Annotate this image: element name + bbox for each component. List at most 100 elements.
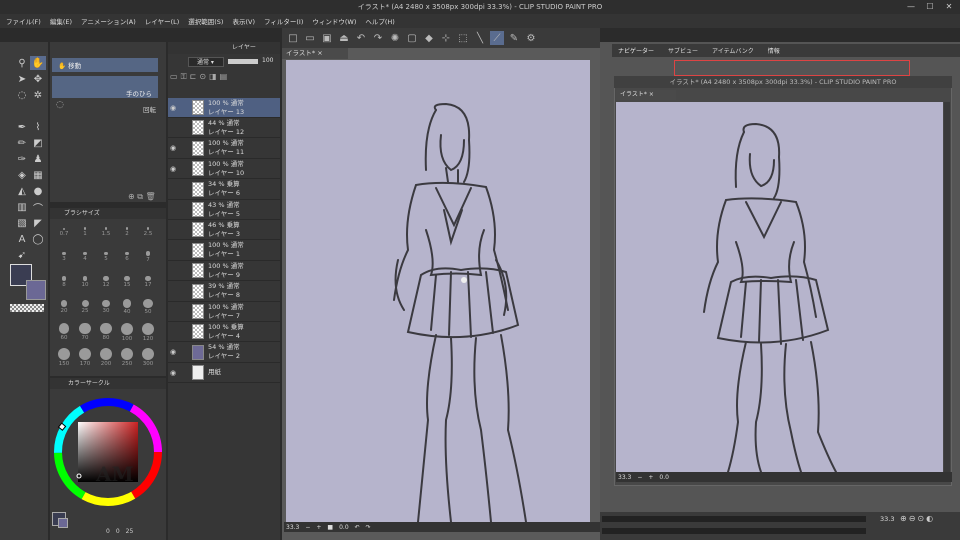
sub-color-swatch[interactable] — [26, 280, 46, 300]
rotate-left-icon[interactable]: ↶ — [355, 524, 360, 531]
layer-tab[interactable]: レイヤー — [168, 42, 280, 54]
secondary-scrollbar[interactable] — [944, 102, 950, 472]
brush-size-preset[interactable]: 0.7 — [54, 222, 74, 242]
menu-animation[interactable]: アニメーション(A) — [81, 16, 136, 26]
layer-row[interactable]: 100 % 通常 レイヤー 1 — [168, 241, 280, 261]
settings-icon[interactable]: ⚙ — [524, 31, 538, 45]
brush-size-preset[interactable]: 20 — [54, 297, 74, 317]
hand-tool-icon[interactable]: ✋ — [30, 56, 46, 70]
color-wheel[interactable] — [52, 392, 164, 512]
brush-size-preset[interactable]: 17 — [138, 272, 158, 292]
brush-size-preset[interactable]: 10 — [75, 272, 95, 292]
brush-size-preset[interactable]: 30 — [96, 297, 116, 317]
layer-row[interactable]: 39 % 通常 レイヤー 8 — [168, 282, 280, 302]
airbrush-tool-icon[interactable]: ✑ — [14, 152, 30, 166]
layer-row[interactable]: 100 % 乗算 レイヤー 4 — [168, 322, 280, 343]
opacity-value[interactable]: 100 — [262, 57, 273, 64]
visibility-eye-icon[interactable]: ◉ — [168, 165, 178, 173]
rotate-right-icon[interactable]: ↷ — [366, 524, 371, 531]
menu-edit[interactable]: 編集(E) — [50, 16, 72, 26]
snap-icon[interactable]: ✺ — [388, 31, 402, 45]
clip-icon[interactable]: ⊏ — [190, 72, 197, 84]
brush-size-preset[interactable]: 80 — [96, 322, 116, 342]
canvas-tab[interactable]: イラスト* × — [282, 48, 348, 59]
nav-controls[interactable]: ⊕⊖⊙◐ — [900, 514, 935, 523]
brush-size-preset[interactable]: 8 — [54, 272, 74, 292]
menu-window[interactable]: ウィンドウ(W) — [312, 16, 356, 26]
open-icon[interactable]: ▭ — [303, 31, 317, 45]
correct-line-tool-icon[interactable]: ➹ — [14, 248, 30, 262]
clear-icon[interactable]: ▢ — [405, 31, 419, 45]
main-canvas[interactable] — [286, 60, 590, 522]
brush-size-preset[interactable]: 2 — [117, 222, 137, 242]
eyedropper-tool-icon[interactable]: ⌇ — [30, 120, 46, 134]
layer-color-icon[interactable]: ▤ — [220, 72, 228, 84]
zoom-tool-icon[interactable]: ⚲ — [14, 56, 30, 70]
undo-icon[interactable]: ↶ — [354, 31, 368, 45]
brush-size-preset[interactable]: 12 — [96, 272, 116, 292]
tab-navigator[interactable]: ナビゲーター — [618, 46, 654, 55]
zoom-in-icon[interactable]: + — [316, 524, 321, 531]
subtool-add-icon[interactable]: ⊕ ⧉ 🗑 — [128, 192, 156, 202]
tab-info[interactable]: 情報 — [768, 46, 780, 55]
secondary-canvas[interactable] — [616, 102, 943, 472]
visibility-eye-icon[interactable]: ◉ — [168, 369, 178, 377]
brush-size-preset[interactable]: 2.5 — [138, 222, 158, 242]
decoration-tool-icon[interactable]: ♟ — [30, 152, 46, 166]
brush-size-preset[interactable]: 6 — [117, 247, 137, 267]
fill-icon[interactable]: ◆ — [422, 31, 436, 45]
brush-size-preset[interactable]: 170 — [75, 347, 95, 367]
export-icon[interactable]: ⏏ — [337, 31, 351, 45]
tab-itembank[interactable]: アイテムバンク — [712, 46, 754, 55]
zoom2-in-icon[interactable]: + — [648, 474, 653, 481]
transform-icon[interactable]: ⊹ — [439, 31, 453, 45]
menu-view[interactable]: 表示(V) — [232, 16, 255, 26]
layer-row[interactable]: ◉ 54 % 通常 レイヤー 2 — [168, 343, 280, 363]
nav-zoom-slider[interactable] — [602, 516, 866, 522]
layer-row[interactable]: 100 % 通常 レイヤー 7 — [168, 302, 280, 322]
brush-size-preset[interactable]: 200 — [96, 347, 116, 367]
layer-row[interactable]: 100 % 通常 レイヤー 9 — [168, 261, 280, 282]
mask-icon[interactable]: ◨ — [209, 72, 217, 84]
zoom-value[interactable]: 33.3 — [286, 524, 299, 531]
visibility-eye-icon[interactable]: ◉ — [168, 144, 178, 152]
color-sub-mini[interactable] — [58, 518, 68, 528]
nav-rotate-slider[interactable] — [602, 528, 866, 534]
layer-row[interactable]: ◉ 用紙 — [168, 363, 280, 384]
menu-selection[interactable]: 選択範囲(S) — [188, 16, 223, 26]
brush-size-preset[interactable]: 300 — [138, 347, 158, 367]
brush-size-preset[interactable]: 1.5 — [96, 222, 116, 242]
visibility-eye-icon[interactable]: ◉ — [168, 104, 178, 112]
ref-icon[interactable]: ⊙ — [199, 72, 206, 84]
brush-tool-icon[interactable]: ◩ — [30, 136, 46, 150]
ruler-tool-icon[interactable]: ▧ — [14, 216, 30, 230]
shape-tool-icon[interactable]: ◤ — [30, 216, 46, 230]
menu-layer[interactable]: レイヤー(L) — [145, 16, 180, 26]
lock-icon[interactable]: ⚿ — [181, 72, 187, 84]
pencil-tool-icon[interactable]: ✏ — [14, 136, 30, 150]
close-button[interactable]: ✕ — [943, 1, 955, 13]
layer-row[interactable]: ◉ 100 % 通常 レイヤー 11 — [168, 139, 280, 159]
transparent-color-swatch[interactable] — [10, 304, 44, 312]
brush-size-preset[interactable]: 4 — [75, 247, 95, 267]
new-layer-icon[interactable]: ▭ — [170, 72, 178, 84]
subtool-move[interactable]: ✋ 移動 — [52, 58, 158, 72]
brush-size-preset[interactable]: 5 — [96, 247, 116, 267]
layer-row[interactable]: 46 % 乗算 レイヤー 3 — [168, 220, 280, 241]
angle-value[interactable]: 0.0 — [339, 524, 349, 531]
blend-mode-select[interactable]: 通常 ▾ — [188, 57, 224, 67]
brush-size-preset[interactable]: 40 — [117, 297, 137, 317]
ruler-icon[interactable]: ╲ — [473, 31, 487, 45]
brush-size-preset[interactable]: 25 — [75, 297, 95, 317]
snap-ruler-icon[interactable]: ⟋ — [490, 31, 504, 45]
subtool-hand[interactable]: 手のひら — [52, 76, 158, 98]
minimize-button[interactable]: — — [905, 1, 917, 13]
operation-tool-icon[interactable]: ➤ — [14, 72, 30, 86]
angle2-value[interactable]: 0.0 — [659, 474, 669, 481]
tab-subview[interactable]: サブビュー — [668, 46, 698, 55]
layer-row[interactable]: ◉ 100 % 通常 レイヤー 13 — [168, 98, 280, 118]
nav-zoom-value[interactable]: 33.3 — [880, 515, 894, 523]
layer-row[interactable]: 44 % 通常 レイヤー 12 — [168, 118, 280, 139]
fit-icon[interactable]: ■ — [327, 524, 333, 531]
blend-tool-icon[interactable]: ▦ — [30, 168, 46, 182]
